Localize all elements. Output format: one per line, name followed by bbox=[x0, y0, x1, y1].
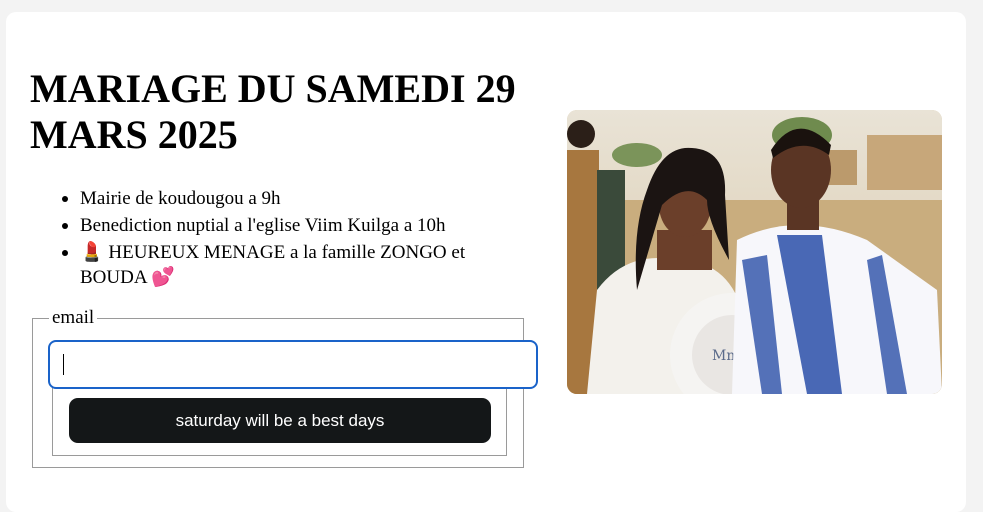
submit-button[interactable]: saturday will be a best days bbox=[69, 398, 491, 443]
page-title: MARIAGE DU SAMEDI 29 MARS 2025 bbox=[30, 66, 516, 157]
event-list: Mairie de koudougou a 9h Benediction nup… bbox=[62, 186, 510, 292]
text-caret bbox=[63, 354, 64, 375]
email-input[interactable] bbox=[48, 340, 538, 389]
list-item: Benediction nuptial a l'eglise Viim Kuil… bbox=[62, 213, 510, 238]
wedding-couple-photo: Mme ZONGO bbox=[567, 110, 942, 394]
list-item: Mairie de koudougou a 9h bbox=[62, 186, 510, 211]
wedding-photo: Mme ZONGO bbox=[567, 110, 942, 394]
list-item: 💄 HEUREUX MENAGE a la famille ZONGO et B… bbox=[62, 240, 510, 290]
email-legend: email bbox=[49, 306, 98, 330]
